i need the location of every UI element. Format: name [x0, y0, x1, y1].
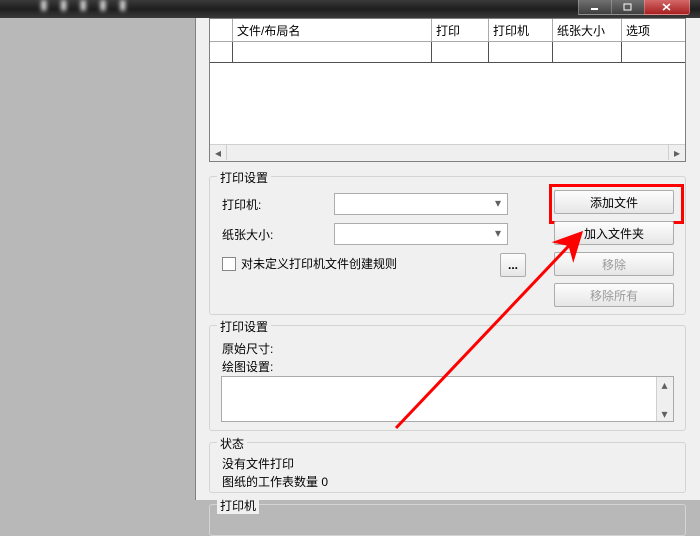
- status-sheet-count: 图纸的工作表数量 0: [222, 473, 328, 490]
- scroll-left-icon[interactable]: ◂: [210, 145, 227, 160]
- sheet-count-value: 0: [321, 475, 328, 489]
- memo-v-scrollbar[interactable]: ▴ ▾: [656, 377, 673, 421]
- left-panel: [0, 18, 195, 500]
- col-handle[interactable]: [210, 19, 233, 42]
- group-status: 状态 没有文件打印 图纸的工作表数量 0: [209, 442, 686, 493]
- printer-combo[interactable]: ▾: [334, 193, 508, 215]
- table-h-scrollbar[interactable]: ◂ ▸: [210, 144, 685, 161]
- create-rules-checkbox[interactable]: 对未定义打印机文件创建规则: [222, 255, 397, 272]
- close-button[interactable]: [644, 0, 690, 15]
- group-plot-settings-title: 打印设置: [217, 318, 271, 335]
- col-printer[interactable]: 打印机: [489, 19, 553, 42]
- content-panel: 文件/布局名 打印 打印机 纸张大小 选项 ◂ ▸ 打印设置: [195, 18, 700, 500]
- chevron-down-icon: ▾: [490, 195, 506, 211]
- original-size-label: 原始尺寸:: [222, 340, 273, 357]
- remove-all-button[interactable]: 移除所有: [554, 283, 674, 307]
- group-plot-settings: 打印设置 原始尺寸: 绘图设置: ▴ ▾: [209, 325, 686, 431]
- remove-button[interactable]: 移除: [554, 252, 674, 276]
- printer-label: 打印机:: [222, 196, 334, 213]
- paper-size-label: 纸张大小:: [222, 226, 334, 243]
- group-printer: 打印机: [209, 504, 686, 536]
- table-row[interactable]: [210, 42, 685, 63]
- title-text: ▮▮▮▮▮: [40, 0, 139, 13]
- scroll-right-icon[interactable]: ▸: [668, 145, 685, 160]
- chevron-down-icon: ▾: [490, 225, 506, 241]
- plot-settings-memo[interactable]: ▴ ▾: [221, 376, 674, 422]
- maximize-button[interactable]: [611, 0, 645, 15]
- scroll-down-icon[interactable]: ▾: [657, 406, 672, 421]
- status-no-files: 没有文件打印: [222, 455, 294, 472]
- title-bar: ▮▮▮▮▮: [0, 0, 700, 18]
- checkbox-box-icon: [222, 257, 236, 271]
- group-print-settings-title: 打印设置: [217, 169, 271, 186]
- col-print[interactable]: 打印: [432, 19, 489, 42]
- minimize-button[interactable]: [578, 0, 612, 15]
- group-status-title: 状态: [217, 435, 247, 452]
- col-options[interactable]: 选项: [622, 19, 686, 42]
- rules-more-button[interactable]: ...: [500, 253, 526, 277]
- create-rules-label: 对未定义打印机文件创建规则: [241, 255, 397, 272]
- paper-size-combo[interactable]: ▾: [334, 223, 508, 245]
- add-file-button[interactable]: 添加文件: [554, 190, 674, 214]
- scroll-up-icon[interactable]: ▴: [657, 377, 672, 392]
- add-folder-button[interactable]: 加入文件夹: [554, 221, 674, 245]
- plot-settings-label: 绘图设置:: [222, 358, 273, 375]
- col-file-layout[interactable]: 文件/布局名: [233, 19, 432, 42]
- col-papersize[interactable]: 纸张大小: [553, 19, 622, 42]
- files-table[interactable]: 文件/布局名 打印 打印机 纸张大小 选项 ◂ ▸: [209, 18, 686, 162]
